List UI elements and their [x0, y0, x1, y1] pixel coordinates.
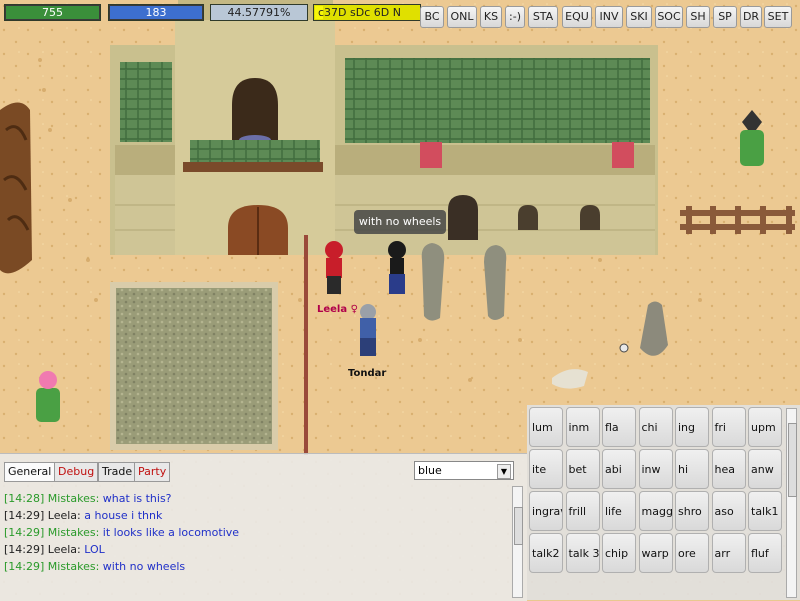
- channel-select[interactable]: blue ▼: [414, 461, 514, 480]
- shortcut-abi[interactable]: abi: [602, 449, 636, 489]
- shortcut-upm[interactable]: upm: [748, 407, 782, 447]
- shortcut-bet[interactable]: bet: [565, 449, 600, 489]
- chat-line-sender: [14:29] Mistakes:: [4, 526, 103, 539]
- shortcut-fri[interactable]: fri: [711, 407, 746, 447]
- chat-line-text: what is this?: [102, 492, 172, 505]
- chat-scrollbar[interactable]: [512, 486, 523, 598]
- shortcut-frill[interactable]: frill: [565, 491, 600, 531]
- top-button-soc[interactable]: SOC: [655, 6, 683, 28]
- player-leela-sprite: [325, 241, 343, 294]
- top-button-set[interactable]: SET: [764, 6, 792, 28]
- top-button-inv[interactable]: INV: [595, 6, 623, 28]
- shortcut-chip[interactable]: chip: [602, 533, 636, 573]
- shortcut-warp[interactable]: warp: [638, 533, 673, 573]
- chat-line-text: a house i thnk: [84, 509, 163, 522]
- chat-line: [14:29] Leela: LOL: [4, 541, 509, 558]
- shortcut-lum[interactable]: lum: [529, 407, 563, 447]
- chat-line-text: it looks like a locomotive: [102, 526, 240, 539]
- top-button-onl[interactable]: ONL: [447, 6, 477, 28]
- experience-bar: 44.57791%: [210, 4, 308, 21]
- chat-line-text: with no wheels: [102, 560, 186, 573]
- chat-scrollbar-thumb[interactable]: [514, 507, 523, 545]
- shortcut-ing[interactable]: ing: [675, 407, 709, 447]
- chat-line-sender: [14:28] Mistakes:: [4, 492, 103, 505]
- npc-black-hair-sprite: [388, 241, 406, 294]
- shortcut-panel: lum inm fla chi ing fri upm ite bet abi inw hi hea an…: [527, 405, 800, 600]
- shortcut-fluf[interactable]: fluf: [748, 533, 782, 573]
- shortcut-ingrav[interactable]: ingrav: [529, 491, 563, 531]
- shortcut-life[interactable]: life: [602, 491, 636, 531]
- tab-debug[interactable]: Debug: [54, 462, 99, 482]
- top-button-ski[interactable]: SKI: [626, 6, 652, 28]
- shortcut-talk2[interactable]: talk2: [529, 533, 563, 573]
- shortcut-chi[interactable]: chi: [638, 407, 673, 447]
- chat-log: [14:28] Mistakes: what is this? [14:29] L…: [4, 490, 509, 575]
- shortcut-shro[interactable]: shro: [675, 491, 709, 531]
- chevron-down-icon[interactable]: ▼: [497, 464, 511, 479]
- top-button-ks[interactable]: KS: [480, 6, 502, 28]
- player-name-leela[interactable]: Leela ♀: [317, 304, 358, 315]
- money-value: c37D sDc 6D N: [318, 6, 401, 19]
- speech-bubble: with no wheels: [354, 210, 446, 234]
- tab-general[interactable]: General: [4, 462, 56, 482]
- health-value: 755: [42, 6, 63, 19]
- shortcut-scrollbar[interactable]: [786, 408, 797, 598]
- top-button-equ[interactable]: EQU: [562, 6, 592, 28]
- chat-line-sender: [14:29] Leela:: [4, 509, 85, 522]
- health-bar: 755: [4, 4, 101, 21]
- shortcut-talk1[interactable]: talk1: [748, 491, 782, 531]
- shortcut-hea[interactable]: hea: [711, 449, 746, 489]
- shortcut-scrollbar-thumb[interactable]: [788, 423, 797, 497]
- chat-line: [14:29] Leela: a house i thnk: [4, 507, 509, 524]
- chat-window: General Debug Trade Party blue ▼ [14:28] Mi…: [0, 453, 527, 601]
- experience-value: 44.57791%: [227, 6, 291, 19]
- mana-value: 183: [145, 6, 167, 19]
- shortcut-hi[interactable]: hi: [675, 449, 709, 489]
- chat-line-sender: [14:29] Mistakes:: [4, 560, 103, 573]
- shortcut-magg[interactable]: magg: [638, 491, 673, 531]
- shortcut-inw[interactable]: inw: [638, 449, 673, 489]
- chat-line-text: LOL: [84, 543, 105, 556]
- chat-line: [14:29] Mistakes: it looks like a locomo…: [4, 524, 509, 541]
- chat-line: [14:28] Mistakes: what is this?: [4, 490, 509, 507]
- top-button-smiley[interactable]: :-): [505, 6, 525, 28]
- top-button-sp[interactable]: SP: [713, 6, 737, 28]
- channel-select-value: blue: [418, 464, 442, 477]
- tab-party[interactable]: Party: [134, 462, 171, 482]
- chat-line-sender: [14:29] Leela:: [4, 543, 85, 556]
- mana-bar: 183: [108, 4, 204, 21]
- top-button-sh[interactable]: SH: [686, 6, 710, 28]
- top-button-dr[interactable]: DR: [740, 6, 762, 28]
- top-button-sta[interactable]: STA: [528, 6, 558, 28]
- tab-trade[interactable]: Trade: [98, 462, 137, 482]
- chat-line: [14:29] Mistakes: with no wheels: [4, 558, 509, 575]
- shortcut-ore[interactable]: ore: [675, 533, 709, 573]
- shortcut-ite[interactable]: ite: [529, 449, 563, 489]
- shortcut-talk-3[interactable]: talk 3: [565, 533, 600, 573]
- top-button-bc[interactable]: BC: [420, 6, 444, 28]
- shortcut-fla[interactable]: fla: [602, 407, 636, 447]
- shortcut-anw[interactable]: anw: [748, 449, 782, 489]
- player-name-tondar[interactable]: Tondar: [348, 368, 386, 379]
- shortcut-arr[interactable]: arr: [711, 533, 746, 573]
- shortcut-aso[interactable]: aso: [711, 491, 746, 531]
- player-tondar-sprite: [360, 304, 376, 356]
- shortcut-inm[interactable]: inm: [565, 407, 600, 447]
- money-bar: c37D sDc 6D N: [313, 4, 421, 21]
